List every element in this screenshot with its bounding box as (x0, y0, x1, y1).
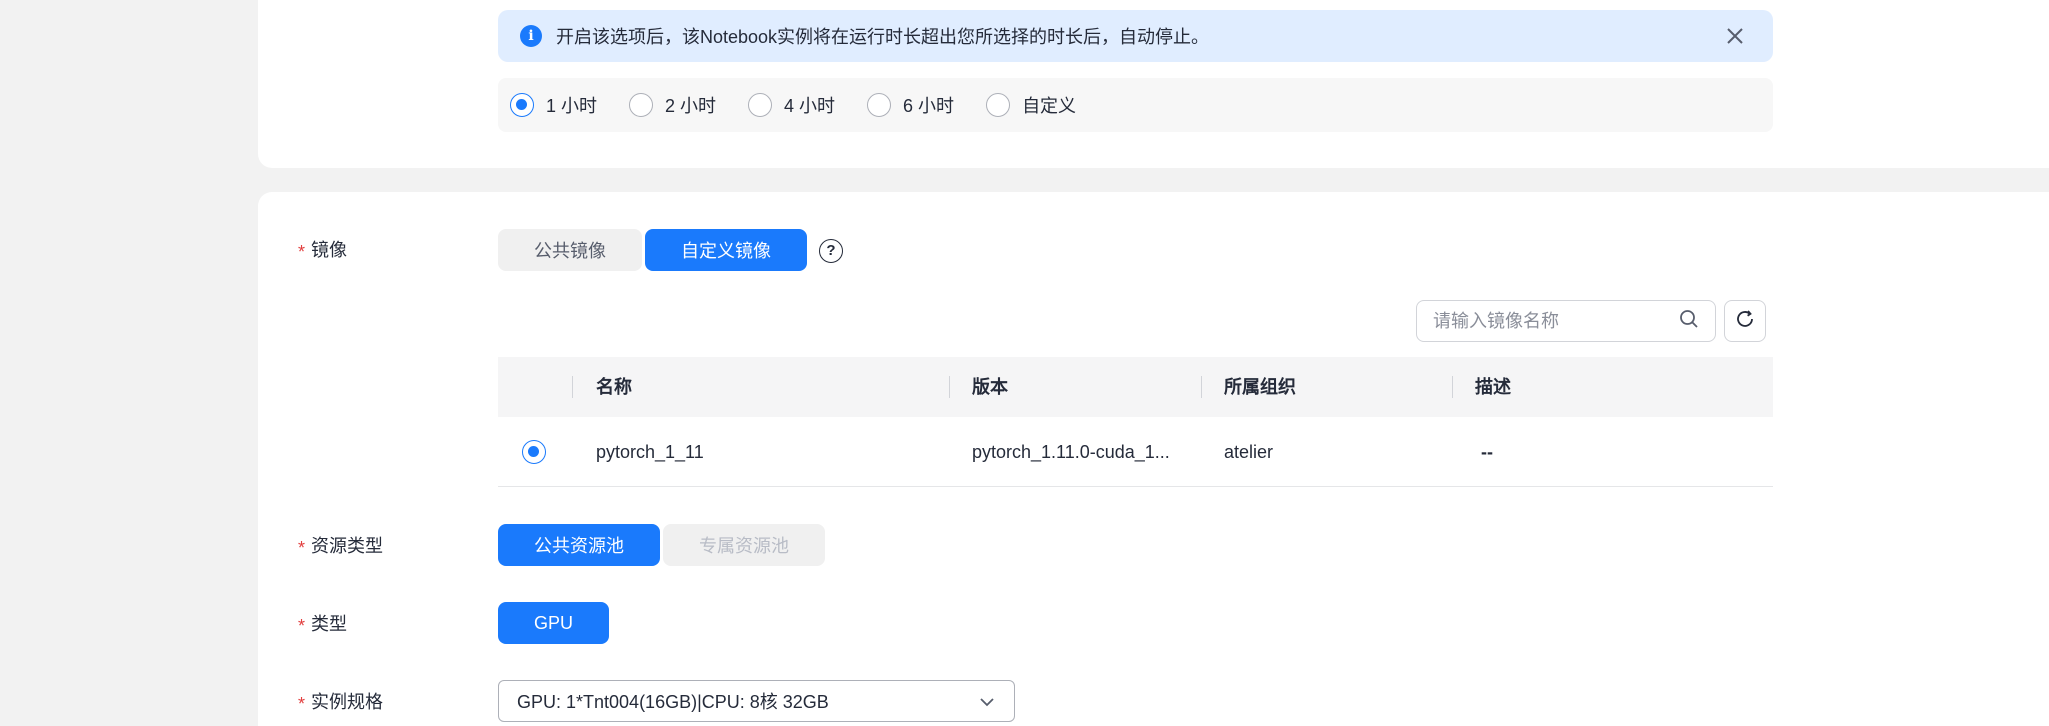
auto-stop-alert: i 开启该选项后，该Notebook实例将在运行时长超出您所选择的时长后，自动停… (498, 10, 1773, 62)
radio-label: 6 小时 (903, 96, 955, 116)
column-divider (949, 376, 950, 398)
radio-label: 1 小时 (546, 96, 598, 116)
close-icon[interactable] (1723, 24, 1747, 48)
type-label-text: 类型 (311, 614, 348, 634)
flavor-label: * 实例规格 (298, 688, 383, 714)
image-table: 名称 版本 所属组织 描述 pytorch_1_11 pytorch_1.11.… (498, 357, 1773, 487)
public-pool-button[interactable]: 公共资源池 (498, 524, 660, 566)
search-icon[interactable] (1679, 309, 1699, 334)
required-mark: * (298, 615, 306, 636)
column-header-desc: 描述 (1475, 377, 1511, 397)
column-header-name: 名称 (596, 377, 632, 397)
column-header-org: 所属组织 (1224, 377, 1296, 397)
table-header: 名称 版本 所属组织 描述 (498, 357, 1773, 417)
auto-stop-duration-group: 1 小时 2 小时 4 小时 6 小时 自定义 (498, 78, 1773, 132)
cell-version: pytorch_1.11.0-cuda_1... (972, 442, 1170, 462)
flavor-label-text: 实例规格 (311, 692, 384, 712)
refresh-icon (1734, 308, 1756, 335)
duration-option-1h[interactable]: 1 小时 (510, 92, 597, 118)
flavor-select[interactable]: GPU: 1*Tnt004(16GB)|CPU: 8核 32GB (498, 680, 1015, 722)
resource-type-label-text: 资源类型 (311, 536, 384, 556)
radio-button[interactable] (510, 93, 534, 117)
radio-button[interactable] (748, 93, 773, 117)
required-mark: * (298, 241, 306, 262)
resource-type-label: * 资源类型 (298, 532, 383, 558)
radio-label: 2 小时 (665, 96, 717, 116)
column-header-version: 版本 (972, 377, 1008, 397)
column-divider (1201, 376, 1202, 398)
type-label: * 类型 (298, 610, 347, 636)
refresh-button[interactable] (1724, 300, 1766, 342)
duration-option-6h[interactable]: 6 小时 (867, 92, 954, 118)
duration-option-custom[interactable]: 自定义 (986, 92, 1076, 118)
image-label: * 镜像 (298, 236, 347, 262)
duration-option-4h[interactable]: 4 小时 (748, 92, 835, 118)
image-label-text: 镜像 (311, 240, 348, 260)
flavor-select-value: GPU: 1*Tnt004(16GB)|CPU: 8核 32GB (517, 692, 829, 712)
required-mark: * (298, 693, 306, 714)
image-search-input[interactable] (1433, 310, 1679, 332)
info-icon: i (520, 25, 542, 47)
tab-custom-image[interactable]: 自定义镜像 (645, 229, 807, 271)
radio-label: 4 小时 (784, 96, 836, 116)
cell-desc: -- (1481, 442, 1493, 462)
image-search-box[interactable] (1416, 300, 1716, 342)
radio-button[interactable] (986, 93, 1011, 117)
help-icon[interactable]: ? (819, 239, 843, 263)
alert-message: 开启该选项后，该Notebook实例将在运行时长超出您所选择的时长后，自动停止。 (556, 27, 1210, 47)
duration-option-2h[interactable]: 2 小时 (629, 92, 716, 118)
required-mark: * (298, 537, 306, 558)
column-divider (1452, 376, 1453, 398)
tab-public-image[interactable]: 公共镜像 (498, 229, 642, 271)
cell-org: atelier (1224, 442, 1274, 462)
row-select-radio[interactable] (522, 440, 546, 464)
radio-button[interactable] (629, 93, 654, 117)
radio-label: 自定义 (1022, 96, 1077, 116)
cell-name: pytorch_1_11 (596, 442, 704, 462)
table-row[interactable]: pytorch_1_11 pytorch_1.11.0-cuda_1... at… (498, 417, 1773, 487)
column-divider (572, 376, 573, 398)
gpu-type-button[interactable]: GPU (498, 602, 609, 644)
chevron-down-icon (978, 693, 996, 711)
radio-button[interactable] (867, 93, 892, 117)
dedicated-pool-button[interactable]: 专属资源池 (663, 524, 825, 566)
